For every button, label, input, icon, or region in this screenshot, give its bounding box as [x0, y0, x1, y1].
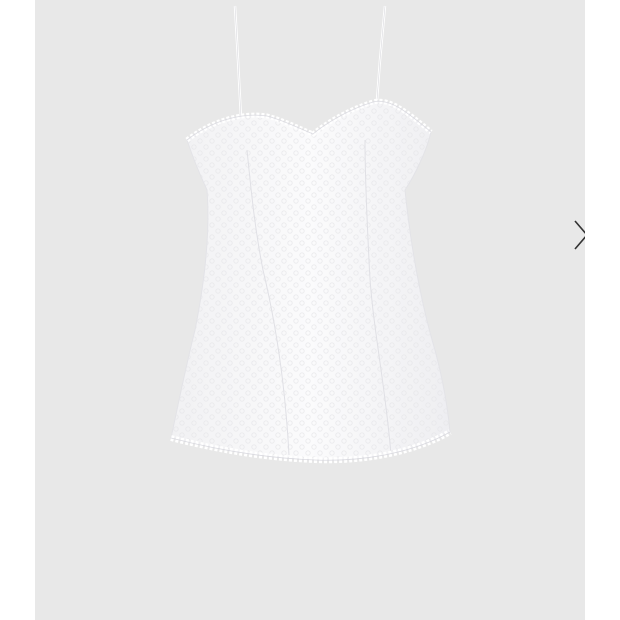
gallery-slide: [35, 0, 585, 620]
product-image-dress[interactable]: [35, 0, 585, 620]
product-image-gallery: [0, 0, 620, 620]
dress-straps: [233, 5, 387, 119]
next-image-button[interactable]: [567, 215, 585, 255]
chevron-right-icon: [574, 220, 585, 250]
